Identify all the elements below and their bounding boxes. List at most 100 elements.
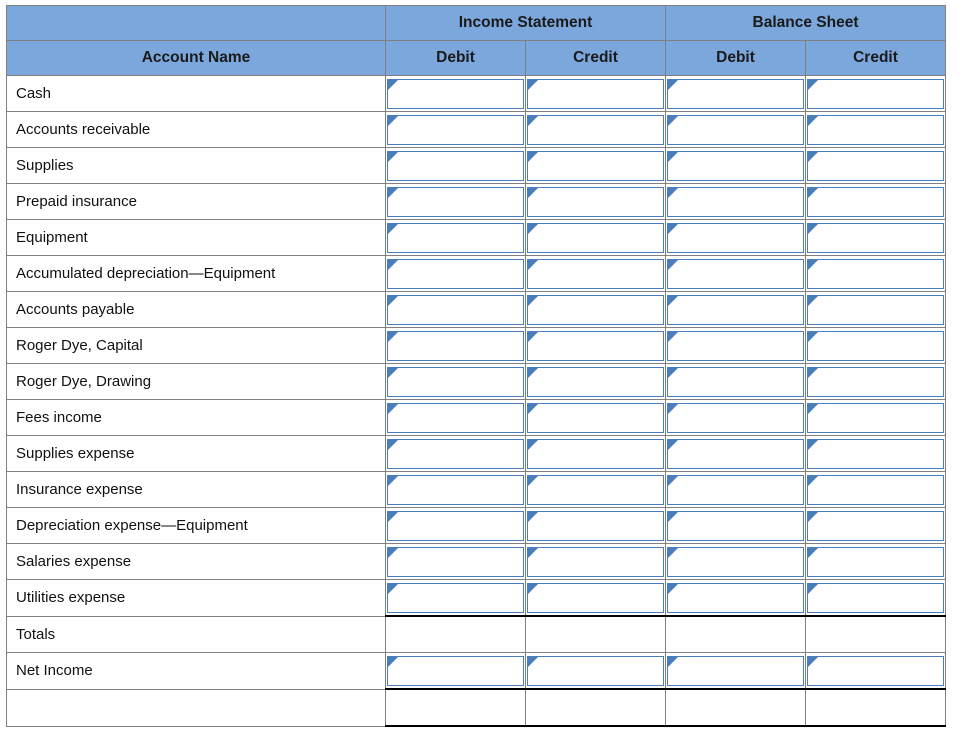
- input-balance-sheet-debit[interactable]: [667, 474, 805, 505]
- input-balance-sheet-debit[interactable]: [667, 114, 805, 145]
- cell-balance-sheet-debit[interactable]: [665, 291, 807, 328]
- cell-income-statement-debit[interactable]: [385, 399, 526, 436]
- input-balance-sheet-debit[interactable]: [667, 294, 805, 325]
- cell-income-statement-debit[interactable]: [385, 471, 526, 508]
- cell-income-statement-debit[interactable]: [385, 255, 526, 292]
- cell-income-statement-debit[interactable]: [385, 147, 526, 184]
- cell-income-statement-debit[interactable]: [385, 363, 526, 400]
- input-income-statement-debit[interactable]: [387, 294, 524, 325]
- input-balance-sheet-debit[interactable]: [667, 655, 805, 686]
- cell-balance-sheet-debit[interactable]: [665, 399, 807, 436]
- cell-income-statement-credit[interactable]: [524, 399, 667, 436]
- input-income-statement-debit[interactable]: [387, 366, 524, 397]
- input-balance-sheet-credit[interactable]: [807, 582, 945, 613]
- cell-income-statement-credit[interactable]: [524, 435, 667, 472]
- cell-income-statement-credit[interactable]: [524, 147, 667, 184]
- cell-income-statement-debit[interactable]: [385, 291, 526, 328]
- input-income-statement-debit[interactable]: [387, 150, 524, 181]
- input-balance-sheet-credit[interactable]: [807, 222, 945, 253]
- cell-income-statement-debit[interactable]: [385, 327, 526, 364]
- cell-income-statement-debit[interactable]: [385, 579, 526, 617]
- input-balance-sheet-credit[interactable]: [807, 114, 945, 145]
- input-balance-sheet-debit[interactable]: [667, 402, 805, 433]
- input-balance-sheet-debit[interactable]: [667, 546, 805, 577]
- input-balance-sheet-debit[interactable]: [667, 150, 805, 181]
- cell-income-statement-credit[interactable]: [524, 255, 667, 292]
- input-balance-sheet-debit[interactable]: [667, 258, 805, 289]
- input-income-statement-credit[interactable]: [527, 222, 665, 253]
- cell-balance-sheet-credit[interactable]: [805, 327, 947, 364]
- input-income-statement-debit[interactable]: [387, 330, 524, 361]
- input-balance-sheet-credit[interactable]: [807, 655, 945, 686]
- cell-income-statement-credit[interactable]: [524, 183, 667, 220]
- cell-balance-sheet-credit[interactable]: [805, 147, 947, 184]
- input-balance-sheet-credit[interactable]: [807, 78, 945, 109]
- input-income-statement-debit[interactable]: [387, 222, 524, 253]
- input-balance-sheet-credit[interactable]: [807, 474, 945, 505]
- input-income-statement-credit[interactable]: [527, 258, 665, 289]
- cell-income-statement-credit[interactable]: [524, 219, 667, 256]
- cell-balance-sheet-debit[interactable]: [665, 435, 807, 472]
- input-balance-sheet-debit[interactable]: [667, 438, 805, 469]
- input-balance-sheet-debit[interactable]: [667, 330, 805, 361]
- input-balance-sheet-debit[interactable]: [667, 366, 805, 397]
- input-income-statement-credit[interactable]: [527, 150, 665, 181]
- cell-balance-sheet-credit[interactable]: [805, 543, 947, 580]
- input-income-statement-debit[interactable]: [387, 474, 524, 505]
- input-balance-sheet-credit[interactable]: [807, 150, 945, 181]
- cell-income-statement-credit[interactable]: [524, 471, 667, 508]
- cell-balance-sheet-debit[interactable]: [665, 327, 807, 364]
- cell-balance-sheet-debit[interactable]: [665, 147, 807, 184]
- input-balance-sheet-credit[interactable]: [807, 330, 945, 361]
- input-income-statement-credit[interactable]: [527, 546, 665, 577]
- input-income-statement-debit[interactable]: [387, 258, 524, 289]
- cell-balance-sheet-debit[interactable]: [665, 652, 807, 690]
- cell-balance-sheet-credit[interactable]: [805, 75, 947, 112]
- input-balance-sheet-credit[interactable]: [807, 366, 945, 397]
- input-balance-sheet-debit[interactable]: [667, 78, 805, 109]
- input-balance-sheet-debit[interactable]: [667, 222, 805, 253]
- input-income-statement-credit[interactable]: [527, 655, 665, 686]
- cell-balance-sheet-debit[interactable]: [665, 75, 807, 112]
- cell-balance-sheet-debit[interactable]: [665, 363, 807, 400]
- input-income-statement-debit[interactable]: [387, 78, 524, 109]
- cell-income-statement-credit[interactable]: [524, 507, 667, 544]
- cell-balance-sheet-credit[interactable]: [805, 471, 947, 508]
- input-income-statement-credit[interactable]: [527, 510, 665, 541]
- input-balance-sheet-credit[interactable]: [807, 294, 945, 325]
- input-income-statement-credit[interactable]: [527, 294, 665, 325]
- input-income-statement-debit[interactable]: [387, 402, 524, 433]
- input-income-statement-debit[interactable]: [387, 510, 524, 541]
- cell-income-statement-credit[interactable]: [524, 75, 667, 112]
- input-balance-sheet-credit[interactable]: [807, 546, 945, 577]
- cell-balance-sheet-debit[interactable]: [665, 471, 807, 508]
- input-balance-sheet-credit[interactable]: [807, 402, 945, 433]
- cell-balance-sheet-debit[interactable]: [665, 507, 807, 544]
- cell-income-statement-debit[interactable]: [385, 111, 526, 148]
- cell-balance-sheet-credit[interactable]: [805, 399, 947, 436]
- cell-balance-sheet-debit[interactable]: [665, 543, 807, 580]
- input-balance-sheet-credit[interactable]: [807, 258, 945, 289]
- input-income-statement-debit[interactable]: [387, 186, 524, 217]
- cell-income-statement-debit[interactable]: [385, 75, 526, 112]
- input-balance-sheet-credit[interactable]: [807, 186, 945, 217]
- cell-balance-sheet-credit[interactable]: [805, 652, 947, 690]
- cell-balance-sheet-debit[interactable]: [665, 255, 807, 292]
- cell-balance-sheet-debit[interactable]: [665, 579, 807, 617]
- cell-balance-sheet-credit[interactable]: [805, 507, 947, 544]
- cell-balance-sheet-credit[interactable]: [805, 291, 947, 328]
- cell-balance-sheet-debit[interactable]: [665, 111, 807, 148]
- input-income-statement-credit[interactable]: [527, 114, 665, 145]
- input-income-statement-credit[interactable]: [527, 78, 665, 109]
- cell-income-statement-credit[interactable]: [524, 327, 667, 364]
- input-income-statement-credit[interactable]: [527, 438, 665, 469]
- input-income-statement-credit[interactable]: [527, 186, 665, 217]
- cell-income-statement-debit[interactable]: [385, 507, 526, 544]
- input-income-statement-credit[interactable]: [527, 402, 665, 433]
- cell-balance-sheet-credit[interactable]: [805, 111, 947, 148]
- input-income-statement-debit[interactable]: [387, 438, 524, 469]
- cell-income-statement-credit[interactable]: [524, 291, 667, 328]
- input-balance-sheet-credit[interactable]: [807, 510, 945, 541]
- cell-balance-sheet-debit[interactable]: [665, 219, 807, 256]
- input-balance-sheet-debit[interactable]: [667, 582, 805, 613]
